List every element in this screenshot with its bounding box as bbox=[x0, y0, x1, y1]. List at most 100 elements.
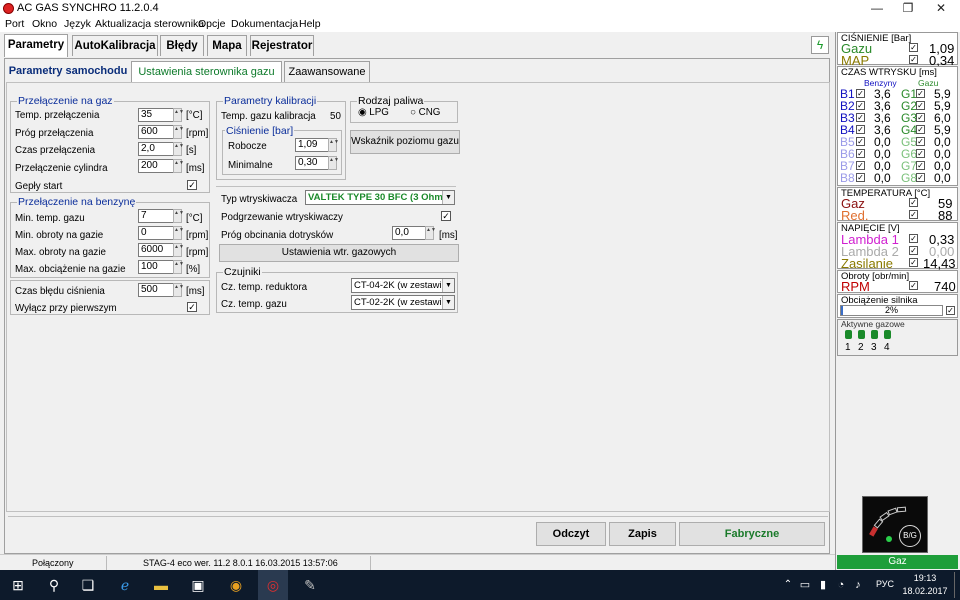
lambda2-checkbox[interactable]: ✓ bbox=[909, 246, 918, 255]
minimize-button[interactable]: — bbox=[862, 0, 892, 17]
paint-icon[interactable]: ✎ bbox=[302, 577, 318, 593]
min-gas-temp-input[interactable]: 7 bbox=[138, 209, 174, 223]
volume-icon[interactable]: ♪ bbox=[850, 577, 866, 593]
gas-pressure-checkbox[interactable]: ✓ bbox=[909, 43, 918, 52]
menu-jezyk[interactable]: Język bbox=[64, 18, 91, 30]
petrol-injector-checkbox-6[interactable]: ✓ bbox=[856, 149, 865, 158]
gas-injector-checkbox-8[interactable]: ✓ bbox=[916, 173, 925, 182]
injector-settings-button[interactable]: Ustawienia wtr. gazowych bbox=[219, 244, 459, 262]
tab-rejestrator[interactable]: Rejestrator bbox=[250, 35, 314, 56]
file-explorer-icon[interactable]: ▬ bbox=[153, 577, 169, 593]
working-pressure-stepper[interactable]: ▲▼ bbox=[328, 138, 339, 152]
map-checkbox[interactable]: ✓ bbox=[909, 55, 918, 64]
cutoff-input[interactable]: 0,0 bbox=[392, 226, 426, 240]
tab-autokalibracja[interactable]: AutoKalibracja bbox=[72, 35, 158, 56]
bg-switch-button[interactable]: B/G bbox=[899, 525, 921, 547]
load-checkbox[interactable]: ✓ bbox=[946, 306, 955, 315]
gas-temp-checkbox[interactable]: ✓ bbox=[909, 198, 918, 207]
gas-injector-checkbox-3[interactable]: ✓ bbox=[916, 113, 925, 122]
supply-checkbox[interactable]: ✓ bbox=[909, 258, 918, 267]
disable-first-checkbox[interactable]: ✓ bbox=[187, 302, 197, 312]
menu-help[interactable]: Help bbox=[299, 18, 321, 30]
show-desktop[interactable] bbox=[954, 572, 955, 598]
gas-sensor-select[interactable]: CT-02-2K (w zestawi bbox=[351, 295, 455, 310]
petrol-injector-checkbox-4[interactable]: ✓ bbox=[856, 125, 865, 134]
close-button[interactable]: ✕ bbox=[926, 0, 956, 17]
injector-type-select[interactable]: VALTEK TYPE 30 BFC (3 Ohm) bbox=[305, 190, 455, 205]
edge-icon[interactable]: ℯ bbox=[117, 577, 133, 593]
network-icon[interactable]: ▭ bbox=[797, 577, 813, 593]
store-icon[interactable]: ▣ bbox=[190, 577, 206, 593]
minimal-pressure-input[interactable]: 0,30 bbox=[295, 156, 329, 170]
windows-start-icon[interactable]: ⊞ bbox=[10, 577, 26, 593]
maximize-button[interactable]: ❐ bbox=[893, 0, 923, 17]
switch-time-stepper[interactable]: ▲▼ bbox=[173, 142, 184, 156]
pressure-error-stepper[interactable]: ▲▼ bbox=[173, 283, 184, 297]
threshold-stepper[interactable]: ▲▼ bbox=[173, 125, 184, 139]
gas-switch-panel[interactable]: B/G bbox=[862, 496, 928, 553]
search-icon[interactable]: ⚲ bbox=[46, 577, 62, 593]
cylinder-switch-input[interactable]: 200 bbox=[138, 159, 174, 173]
tab-parametry[interactable]: Parametry bbox=[4, 34, 68, 57]
hot-start-checkbox[interactable]: ✓ bbox=[187, 180, 197, 190]
wifi-icon[interactable]: ◔ bbox=[833, 577, 849, 593]
minimal-pressure-stepper[interactable]: ▲▼ bbox=[328, 156, 339, 170]
tab-mapa[interactable]: Mapa bbox=[207, 35, 247, 56]
tab-bledy[interactable]: Błędy bbox=[160, 35, 204, 56]
injector-type-dropdown-icon[interactable]: ▼ bbox=[442, 191, 454, 204]
task-view-icon[interactable]: ❏ bbox=[80, 577, 96, 593]
menu-dokumentacja[interactable]: Dokumentacja bbox=[231, 18, 298, 30]
switch-time-input[interactable]: 2,0 bbox=[138, 142, 174, 156]
battery-icon[interactable]: ▮ bbox=[815, 577, 831, 593]
min-rpm-input[interactable]: 0 bbox=[138, 226, 174, 240]
gas-injector-checkbox-6[interactable]: ✓ bbox=[916, 149, 925, 158]
petrol-injector-checkbox-1[interactable]: ✓ bbox=[856, 89, 865, 98]
clock-time[interactable]: 19:13 bbox=[907, 573, 943, 583]
working-pressure-input[interactable]: 1,09 bbox=[295, 138, 329, 152]
tray-expand-icon[interactable]: ⌃ bbox=[780, 577, 796, 593]
max-rpm-input[interactable]: 6000 bbox=[138, 243, 174, 257]
reducer-sensor-dropdown-icon[interactable]: ▼ bbox=[442, 279, 454, 292]
chrome-icon[interactable]: ◉ bbox=[228, 577, 244, 593]
read-button[interactable]: Odczyt bbox=[536, 522, 606, 546]
max-rpm-stepper[interactable]: ▲▼ bbox=[173, 243, 184, 257]
cng-radio[interactable]: ○ CNG bbox=[410, 107, 440, 118]
gas-injector-checkbox-5[interactable]: ✓ bbox=[916, 137, 925, 146]
subtab-zaawansowane[interactable]: Zaawansowane bbox=[284, 61, 370, 82]
pressure-error-input[interactable]: 500 bbox=[138, 283, 174, 297]
petrol-injector-checkbox-8[interactable]: ✓ bbox=[856, 173, 865, 182]
fuel-level-button[interactable]: Wskaźnik poziomu gazu bbox=[350, 130, 460, 154]
subtab-ustawienia[interactable]: Ustawienia sterownika gazu bbox=[131, 61, 282, 82]
min-gas-temp-stepper[interactable]: ▲▼ bbox=[173, 209, 184, 223]
petrol-injector-checkbox-7[interactable]: ✓ bbox=[856, 161, 865, 170]
injector-heating-checkbox[interactable]: ✓ bbox=[441, 211, 451, 221]
gas-sensor-dropdown-icon[interactable]: ▼ bbox=[442, 296, 454, 309]
cylinder-switch-stepper[interactable]: ▲▼ bbox=[173, 159, 184, 173]
temp-switch-input[interactable]: 35 bbox=[138, 108, 174, 122]
threshold-input[interactable]: 600 bbox=[138, 125, 174, 139]
lambda1-checkbox[interactable]: ✓ bbox=[909, 234, 918, 243]
menu-okno[interactable]: Okno bbox=[32, 18, 57, 30]
clock-date[interactable]: 18.02.2017 bbox=[899, 586, 951, 596]
petrol-injector-checkbox-5[interactable]: ✓ bbox=[856, 137, 865, 146]
connect-icon[interactable]: ϟ bbox=[811, 36, 829, 54]
factory-button[interactable]: Fabryczne bbox=[679, 522, 825, 546]
gas-injector-checkbox-2[interactable]: ✓ bbox=[916, 101, 925, 110]
save-button[interactable]: Zapis bbox=[609, 522, 676, 546]
max-load-stepper[interactable]: ▲▼ bbox=[173, 260, 184, 274]
petrol-injector-checkbox-2[interactable]: ✓ bbox=[856, 101, 865, 110]
keyboard-language[interactable]: РУС bbox=[876, 579, 894, 589]
ac-gas-app-icon[interactable]: ◎ bbox=[265, 577, 281, 593]
temp-switch-stepper[interactable]: ▲▼ bbox=[173, 108, 184, 122]
lpg-radio[interactable]: ◉ LPG bbox=[358, 107, 389, 118]
menu-opcje[interactable]: Opcje bbox=[198, 18, 225, 30]
petrol-injector-checkbox-3[interactable]: ✓ bbox=[856, 113, 865, 122]
reducer-sensor-select[interactable]: CT-04-2K (w zestawi bbox=[351, 278, 455, 293]
gas-injector-checkbox-1[interactable]: ✓ bbox=[916, 89, 925, 98]
min-rpm-stepper[interactable]: ▲▼ bbox=[173, 226, 184, 240]
menu-aktualizacja[interactable]: Aktualizacja sterownika bbox=[95, 18, 204, 30]
reducer-temp-checkbox[interactable]: ✓ bbox=[909, 210, 918, 219]
max-load-input[interactable]: 100 bbox=[138, 260, 174, 274]
gas-injector-checkbox-4[interactable]: ✓ bbox=[916, 125, 925, 134]
rpm-checkbox[interactable]: ✓ bbox=[909, 281, 918, 290]
